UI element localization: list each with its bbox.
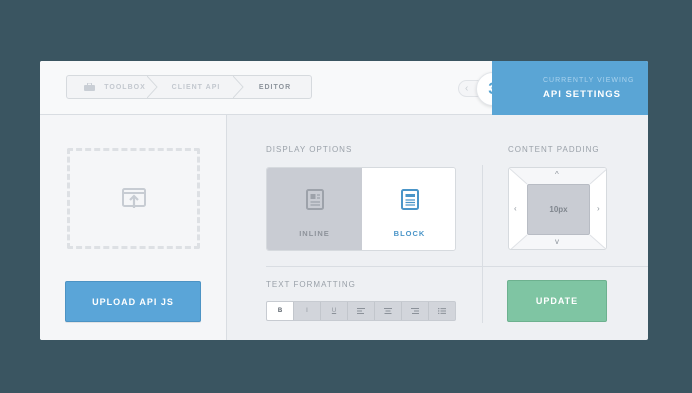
breadcrumb: TOOLBOX CLIENT API EDITOR [66,75,312,99]
align-right-icon [411,308,419,314]
italic-icon: I [306,308,308,314]
content-padding-label: CONTENT PADDING [508,145,600,154]
padding-control: ^ v ‹ › 10px [508,167,607,250]
upload-window-icon [121,187,146,208]
update-button[interactable]: UPDATE [507,280,607,322]
chevron-up-icon[interactable]: ^ [555,170,559,179]
option-inline[interactable]: INLINE [267,168,362,250]
align-left-button[interactable] [348,302,375,320]
file-dropzone[interactable] [67,148,200,249]
display-options-label: DISPLAY OPTIONS [266,145,353,154]
list-icon [438,308,446,314]
breadcrumb-label: TOOLBOX [104,83,146,91]
horizontal-divider [266,266,648,267]
settings-card: TOOLBOX CLIENT API EDITOR ‹ › 3 CURRENTL… [40,61,648,340]
padding-value: 10px [527,184,590,235]
align-center-button[interactable] [375,302,402,320]
chevron-right-icon[interactable]: › [597,204,600,213]
bold-icon: B [277,308,283,314]
chevron-left-icon[interactable]: ‹ [514,204,517,213]
viewing-title: API SETTINGS [543,89,621,100]
document-icon [305,189,324,210]
chevron-down-icon[interactable]: v [555,237,559,246]
breadcrumb-item-editor[interactable]: EDITOR [239,76,311,98]
option-label: INLINE [299,229,330,238]
top-bar: TOOLBOX CLIENT API EDITOR ‹ › 3 CURRENTL… [40,61,648,115]
breadcrumb-label: CLIENT API [171,83,221,91]
bold-button[interactable]: B [267,302,294,320]
underline-button[interactable]: U [321,302,348,320]
align-center-icon [384,308,392,314]
upload-api-js-button[interactable]: UPLOAD API JS [65,281,201,322]
viewing-caption: CURRENTLY VIEWING [543,77,635,84]
breadcrumb-item-toolbox[interactable]: TOOLBOX [67,76,158,98]
vertical-divider [482,165,483,323]
option-label: BLOCK [393,229,426,238]
upload-pane: UPLOAD API JS [40,115,227,340]
document-icon [400,189,419,210]
text-formatting-label: TEXT FORMATTING [266,280,356,289]
option-block[interactable]: BLOCK [362,168,455,250]
display-options-group: INLINE BLOCK [266,167,456,251]
list-button[interactable] [429,302,455,320]
align-left-icon [357,308,365,314]
chevron-left-icon[interactable]: ‹ [465,83,468,94]
briefcase-icon [84,82,96,91]
breadcrumb-item-client-api[interactable]: CLIENT API [153,76,244,98]
italic-button[interactable]: I [294,302,321,320]
breadcrumb-label: EDITOR [258,83,292,91]
underline-icon: U [331,308,337,314]
align-right-button[interactable] [402,302,429,320]
text-formatting-toolbar: B I U [266,301,456,321]
currently-viewing-panel: CURRENTLY VIEWING API SETTINGS [492,61,648,115]
